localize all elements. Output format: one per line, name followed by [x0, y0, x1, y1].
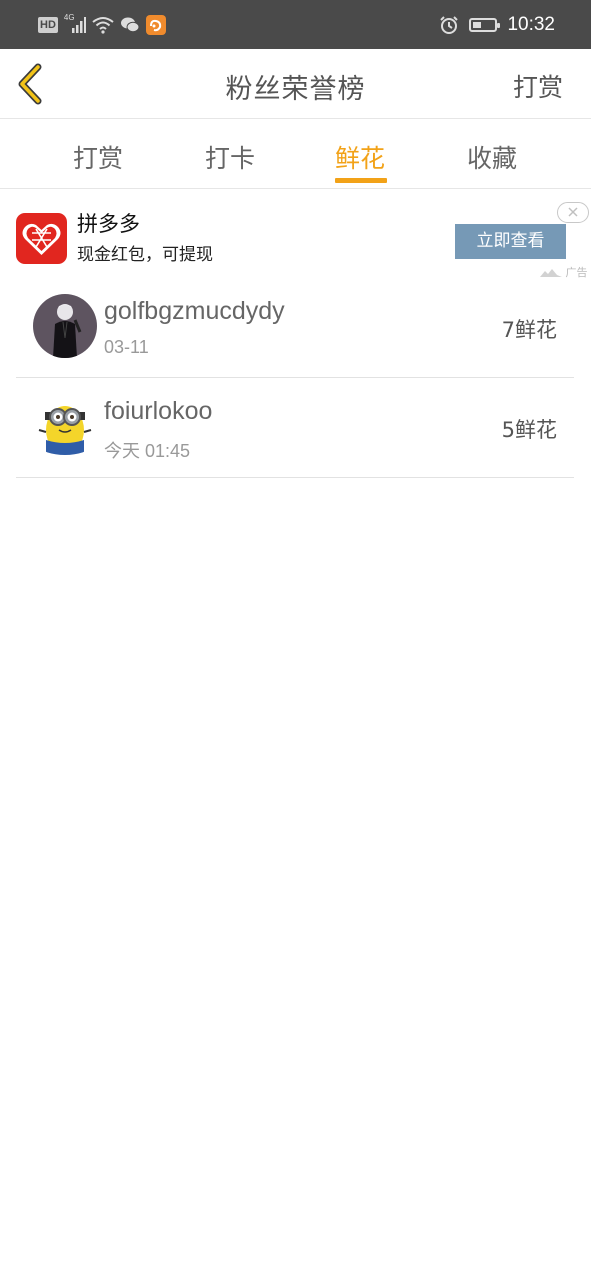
- status-time: 10:32: [507, 14, 555, 35]
- signal-icon: 4G: [64, 13, 86, 35]
- avatar: [33, 294, 97, 358]
- close-icon: [568, 207, 578, 217]
- pinduoduo-logo-icon: [16, 213, 67, 264]
- fan-name: golfbgzmucdydy: [104, 297, 285, 325]
- hd-icon: HD: [38, 17, 58, 33]
- fan-date: 03-11: [104, 337, 149, 357]
- app-header: 粉丝荣誉榜 打赏: [0, 49, 591, 119]
- tab-checkin[interactable]: 打卡: [205, 139, 255, 175]
- list-item[interactable]: foiurlokoo 今天 01:45 5鲜花: [16, 377, 574, 478]
- status-bar: HD 4G 10:32: [0, 0, 591, 49]
- wechat-icon: [120, 17, 140, 33]
- ad-subtitle: 现金红包，可提现: [77, 245, 213, 265]
- tab-flowers[interactable]: 鲜花: [335, 139, 385, 175]
- page-title: 粉丝荣誉榜: [225, 74, 366, 105]
- fan-name: foiurlokoo: [104, 397, 213, 425]
- flower-count: 5鲜花: [501, 418, 557, 442]
- ad-title: 拼多多: [77, 212, 140, 236]
- status-left: HD 4G: [38, 13, 166, 36]
- battery-icon: [469, 18, 501, 32]
- avatar: [33, 394, 97, 458]
- wifi-icon: [92, 17, 114, 34]
- list-item[interactable]: golfbgzmucdydy 03-11 7鲜花: [16, 277, 574, 378]
- ad-close-button[interactable]: [557, 202, 589, 223]
- ad-banner[interactable]: 拼多多 现金红包，可提现 立即查看: [0, 190, 591, 278]
- ad-cta-button[interactable]: 立即查看: [455, 224, 566, 259]
- flower-count: 7鲜花: [501, 318, 557, 342]
- active-tab-indicator: [335, 178, 387, 183]
- tab-bar: 打赏 打卡 鲜花 收藏: [0, 119, 591, 189]
- reward-button[interactable]: 打赏: [513, 68, 563, 104]
- fan-date: 今天 01:45: [104, 441, 191, 461]
- alarm-icon: [440, 16, 459, 34]
- tab-reward[interactable]: 打赏: [73, 139, 123, 175]
- tab-favorites[interactable]: 收藏: [467, 139, 517, 175]
- status-right: 10:32: [439, 12, 555, 38]
- uc-browser-icon: [145, 15, 166, 35]
